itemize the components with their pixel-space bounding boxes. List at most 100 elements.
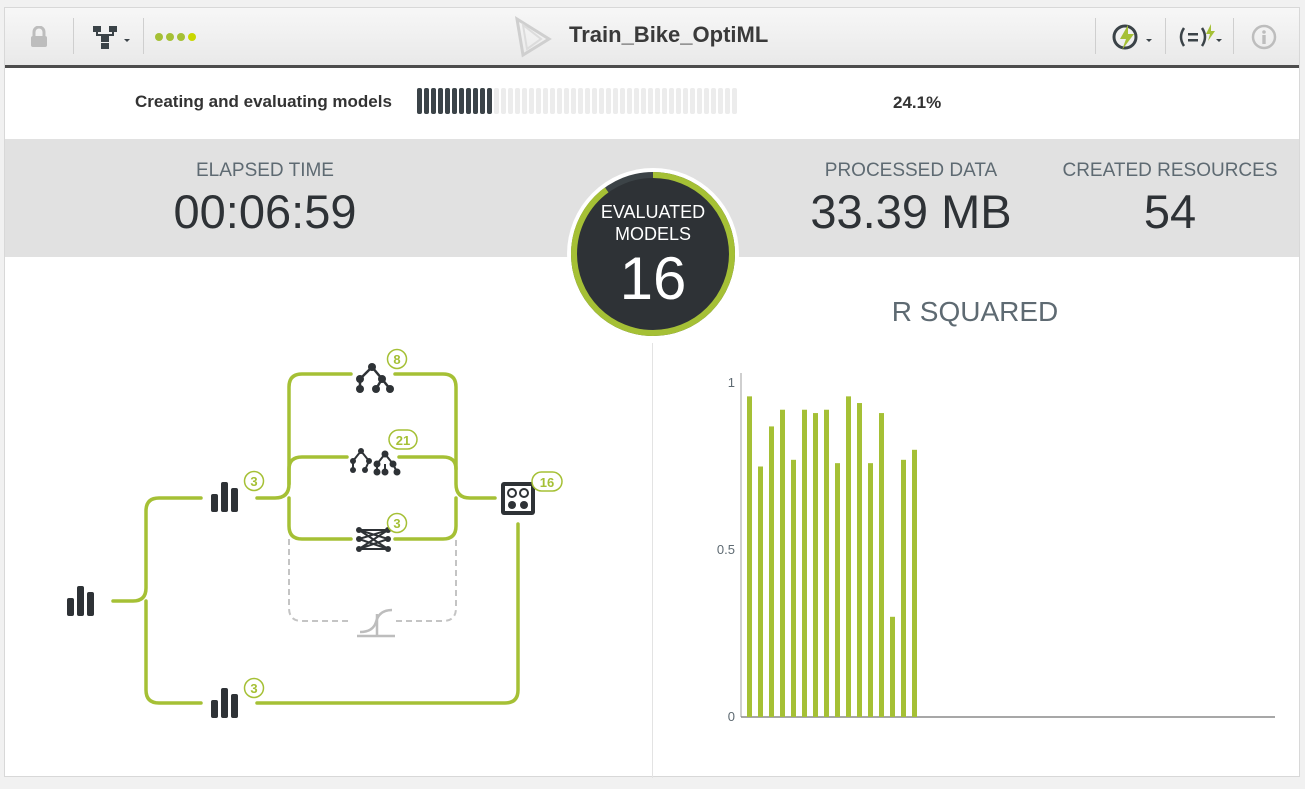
optiml-window: Train_Bike_OptiML Creating and evaluatin… xyxy=(4,7,1300,778)
processed-data-label: PROCESSED DATA xyxy=(824,160,998,181)
evaluate-lightning-icon xyxy=(1112,24,1152,50)
progress-segment xyxy=(445,88,450,114)
train-dataset-badge: 3 xyxy=(243,470,265,492)
r-squared-bar[interactable] xyxy=(802,409,807,717)
progress-segment xyxy=(627,88,632,114)
r-squared-bar[interactable] xyxy=(890,616,895,717)
elapsed-time-stat: ELAPSED TIME 00:06:59 xyxy=(165,160,365,239)
progress-segment xyxy=(732,88,737,114)
svg-text:16: 16 xyxy=(540,475,554,490)
progress-segment xyxy=(431,88,436,114)
progress-segment xyxy=(648,88,653,114)
progress-segment xyxy=(606,88,611,114)
progress-segment xyxy=(725,88,730,114)
progress-segment xyxy=(480,88,485,114)
r-squared-bar[interactable] xyxy=(835,463,840,717)
progress-segment xyxy=(620,88,625,114)
r-squared-bar[interactable] xyxy=(791,459,796,717)
lock-icon xyxy=(31,25,47,47)
status-dots xyxy=(151,8,205,65)
optiml-logo-icon xyxy=(514,15,552,57)
evaluations-icon[interactable] xyxy=(501,482,535,515)
progress-row: Creating and evaluating models 24.1% xyxy=(5,68,1299,136)
deepnet-icon[interactable] xyxy=(356,527,391,552)
progress-segment xyxy=(683,88,688,114)
progress-label: Creating and evaluating models xyxy=(135,92,392,111)
svg-text:3: 3 xyxy=(393,516,400,531)
progress-segment xyxy=(599,88,604,114)
progress-segment xyxy=(613,88,618,114)
progress-segment xyxy=(508,88,513,114)
progress-segment xyxy=(690,88,695,114)
decision-tree-icon[interactable] xyxy=(356,363,394,393)
progress-segment xyxy=(452,88,457,114)
created-resources-stat: CREATED RESOURCES 54 xyxy=(1055,160,1285,239)
r-squared-bar[interactable] xyxy=(901,459,906,717)
r-squared-bar[interactable] xyxy=(857,403,862,717)
evaluate-menu-button[interactable] xyxy=(1105,8,1159,65)
scripts-menu-button[interactable] xyxy=(1173,8,1227,65)
progress-segment xyxy=(592,88,597,114)
progress-segment xyxy=(494,88,499,114)
progress-segment xyxy=(564,88,569,114)
r-squared-bar[interactable] xyxy=(769,426,774,717)
ensemble-badge: 21 xyxy=(388,429,418,450)
progress-segment xyxy=(459,88,464,114)
svg-text:21: 21 xyxy=(396,433,410,448)
r-squared-bar[interactable] xyxy=(824,409,829,717)
tree-view-icon xyxy=(93,25,130,49)
progress-segment xyxy=(662,88,667,114)
test-dataset-icon[interactable] xyxy=(211,688,238,718)
lock-button[interactable] xyxy=(21,8,57,65)
progress-segment xyxy=(417,88,422,114)
progress-segment xyxy=(571,88,576,114)
elapsed-time-label: ELAPSED TIME xyxy=(196,160,334,181)
progress-segment xyxy=(634,88,639,114)
optiml-logo xyxy=(511,8,555,65)
progress-segment xyxy=(697,88,702,114)
chart-title: R SQUARED xyxy=(891,296,1059,327)
r-squared-bar[interactable] xyxy=(846,396,851,717)
progress-segment xyxy=(466,88,471,114)
elapsed-time-value: 00:06:59 xyxy=(173,185,357,238)
ensemble-icon[interactable] xyxy=(350,448,401,476)
progress-segment xyxy=(536,88,541,114)
decision-tree-badge: 8 xyxy=(386,348,408,370)
deepnet-badge: 3 xyxy=(386,512,408,534)
evaluations-badge: 16 xyxy=(531,471,563,492)
progress-segment xyxy=(438,88,443,114)
dots-status-icon xyxy=(155,32,196,41)
progress-percent: 24.1% xyxy=(893,93,942,112)
r-squared-bar[interactable] xyxy=(747,396,752,717)
r-squared-bar[interactable] xyxy=(780,409,785,717)
r-squared-chart: 00.51 xyxy=(717,373,1275,724)
progress-segment xyxy=(424,88,429,114)
r-squared-bar[interactable] xyxy=(868,463,873,717)
progress-segment xyxy=(585,88,590,114)
progress-segment xyxy=(473,88,478,114)
panel-divider xyxy=(652,343,653,778)
r-squared-bar[interactable] xyxy=(758,466,763,718)
logistic-regression-icon[interactable] xyxy=(357,608,395,638)
page-title: Train_Bike_OptiML xyxy=(569,22,769,47)
progress-segment xyxy=(711,88,716,114)
y-tick-label: 1 xyxy=(728,375,735,390)
y-tick-label: 0.5 xyxy=(717,542,735,557)
source-dataset-icon xyxy=(67,586,94,616)
toolbar: Train_Bike_OptiML xyxy=(5,8,1299,68)
svg-text:3: 3 xyxy=(250,474,257,489)
progress-segment xyxy=(515,88,520,114)
info-button[interactable] xyxy=(1247,8,1281,65)
processed-data-stat: PROCESSED DATA 33.39 MB xyxy=(791,160,1031,239)
progress-segment xyxy=(676,88,681,114)
tree-view-button[interactable] xyxy=(87,8,135,65)
train-dataset-icon[interactable] xyxy=(211,482,238,512)
evaluated-models-label: EVALUATED MODELS xyxy=(600,202,706,244)
progress-segment xyxy=(550,88,555,114)
progress-segment xyxy=(487,88,492,114)
r-squared-bar[interactable] xyxy=(813,413,818,717)
progress-segment xyxy=(522,88,527,114)
r-squared-bar[interactable] xyxy=(879,413,884,717)
workflow-diagram: 3 3 8 21 3 16 xyxy=(67,348,563,718)
r-squared-bar[interactable] xyxy=(912,449,917,717)
